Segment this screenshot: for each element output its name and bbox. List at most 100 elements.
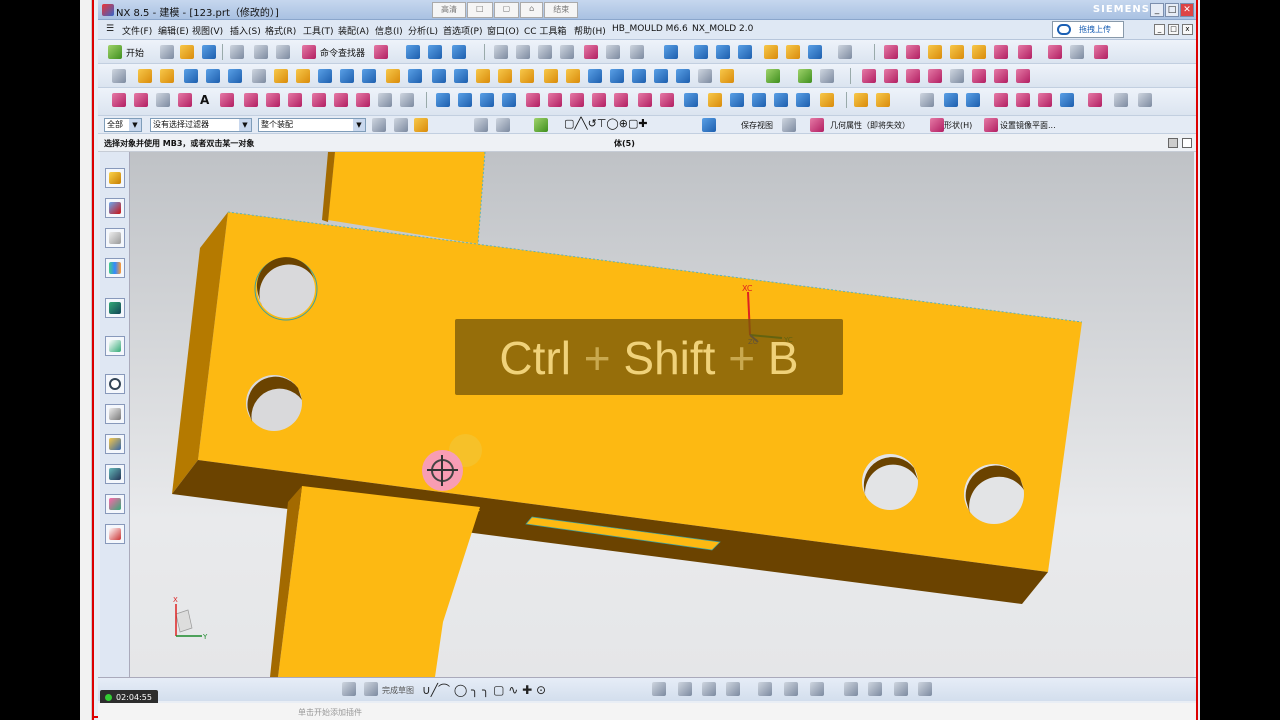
menu-format[interactable]: 格式(R) [265,24,296,37]
datum-axis-icon[interactable] [610,69,624,83]
layer-icon[interactable] [452,45,466,59]
rotate-icon[interactable] [560,45,574,59]
shell-icon[interactable] [432,69,446,83]
background-icon[interactable] [838,45,852,59]
styled-blend-icon[interactable] [638,93,652,107]
cone-icon[interactable] [362,69,376,83]
replace-face-icon[interactable] [1070,45,1084,59]
line-icon[interactable] [112,93,126,107]
fit-icon[interactable] [494,45,508,59]
general-select-icon[interactable] [372,118,386,132]
shaded-icon[interactable] [630,45,644,59]
block-icon[interactable] [228,69,242,83]
analysis-icon[interactable] [944,93,958,107]
deviation-icon[interactable] [1016,93,1030,107]
mirror-feature-icon[interactable] [566,69,580,83]
ruled-icon[interactable] [480,93,494,107]
trim-sketch-icon[interactable] [652,682,666,696]
view-right-icon[interactable] [738,45,752,59]
fillet-curve-icon[interactable] [266,93,280,107]
draft-icon[interactable] [454,69,468,83]
menu-analysis[interactable]: 分析(L) [408,24,438,37]
edit-object-icon[interactable] [406,45,420,59]
palette-icon[interactable] [105,524,125,544]
rectangle-icon[interactable] [156,93,170,107]
shape-menu[interactable]: 形状(H) [944,120,972,131]
web-browser-icon[interactable] [105,298,125,318]
combined-curve-icon[interactable] [994,69,1008,83]
redo-icon[interactable] [276,45,290,59]
trim-curve-icon[interactable] [334,93,348,107]
geometric-constraint-icon[interactable] [784,682,798,696]
reflection-icon[interactable] [1060,93,1074,107]
menu-preferences[interactable]: 首选项(P) [443,24,482,37]
part-navigator-icon[interactable] [105,228,125,248]
convert-reference-icon[interactable] [894,682,908,696]
alternate-solution-icon[interactable] [918,682,932,696]
intersect-icon[interactable] [950,45,964,59]
fit-surface-icon[interactable] [820,93,834,107]
display-mode-icon[interactable] [808,45,822,59]
animate-dimension-icon[interactable] [868,682,882,696]
type-filter-select[interactable]: 全部 ▼ [104,118,142,132]
doc-close-button[interactable]: x [1182,24,1193,35]
join-curve-icon[interactable] [1016,69,1030,83]
finish-sketch-button[interactable]: 完成草图 [382,685,414,696]
sketch-curve-tools[interactable]: ∪╱⌒ ◯ ╮ ╮ ▢ ∿ ✚ ⊙ [422,681,546,698]
cut-icon[interactable] [230,45,244,59]
fullscreen-icon[interactable] [1182,138,1192,148]
synchronous-icon[interactable] [766,69,780,83]
menu-assemblies[interactable]: 装配(A) [338,24,369,37]
distance-icon[interactable] [1114,93,1128,107]
offset-face-icon[interactable] [994,45,1008,59]
resize-face-icon[interactable] [820,69,834,83]
x-form-icon[interactable] [708,93,722,107]
sheet-icon[interactable] [796,93,810,107]
select-icon[interactable] [994,93,1008,107]
cylinder-icon[interactable] [318,69,332,83]
chamfer-curve-icon[interactable] [378,93,392,107]
open-file-icon[interactable] [180,45,194,59]
region-icon[interactable]: □ [467,2,493,18]
edge-blend-icon[interactable] [386,69,400,83]
mirror-plane-button[interactable]: 设置镜像平面... [1000,120,1056,131]
section-icon[interactable] [966,93,980,107]
minimize-button[interactable]: _ [1150,3,1164,17]
corner-icon[interactable] [702,682,716,696]
highlight-icon[interactable] [786,45,800,59]
upload-button[interactable]: 拖拽上传 [1052,21,1124,38]
point-set-icon[interactable] [178,93,192,107]
sphere-icon[interactable] [296,69,310,83]
unite-icon[interactable] [906,45,920,59]
show-constraints-icon[interactable] [844,682,858,696]
view-front-icon[interactable] [694,45,708,59]
menu-icon[interactable]: ☰ [106,24,114,34]
constraint-icon[interactable] [726,682,740,696]
law-extension-icon[interactable] [592,93,606,107]
match-edge-icon[interactable] [752,93,766,107]
menu-cc-toolbox[interactable]: CC 工具箱 [524,24,566,37]
panel-toggle-icon[interactable] [1168,138,1178,148]
quadrant-icon[interactable] [702,118,716,132]
menu-edit[interactable]: 编辑(E) [158,24,189,37]
feature-select-icon[interactable] [394,118,408,132]
reuse-library-icon[interactable] [105,258,125,278]
spline-icon[interactable] [244,93,258,107]
menu-file[interactable]: 文件(F) [122,24,152,37]
extension-icon[interactable] [570,93,584,107]
menu-window[interactable]: 窗口(O) [487,24,519,37]
boss-icon[interactable] [206,69,220,83]
auto-constraint-icon[interactable] [810,682,824,696]
graphics-window[interactable]: XC YC ZC X Y [130,152,1194,677]
roles-icon[interactable] [105,494,125,514]
menu-information[interactable]: 信息(I) [375,24,403,37]
part-model[interactable]: XC YC ZC X Y [130,152,1194,677]
studio-surface-icon[interactable] [502,93,516,107]
menu-insert[interactable]: 插入(S) [230,24,261,37]
perspective-icon[interactable] [606,45,620,59]
extend-sketch-icon[interactable] [678,682,692,696]
clock-icon[interactable] [105,374,125,394]
surface-through-curves-icon[interactable] [436,93,450,107]
start-icon[interactable] [108,45,122,59]
rectangle-select-icon[interactable] [474,118,488,132]
